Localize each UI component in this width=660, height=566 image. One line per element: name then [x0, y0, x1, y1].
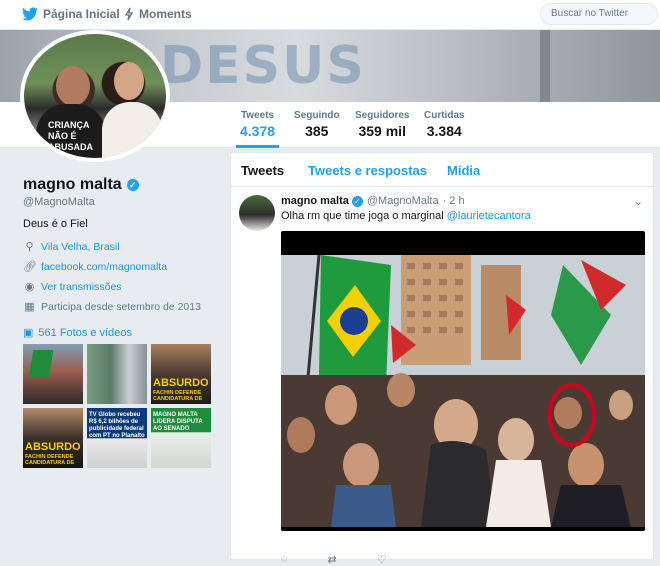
tweet-author-handle[interactable]: @MagnoMalta	[367, 195, 439, 207]
photo-thumbnail[interactable]: ABSURDO FACHIN DEFENDE CANDIDATURA DE	[151, 344, 211, 404]
top-navigation-bar: Página Inicial Moments Buscar no Twitter	[0, 0, 660, 30]
photos-videos-link[interactable]: ▣ 561 Fotos e vídeos	[23, 326, 132, 340]
profile-bio: Deus é o Fiel	[23, 218, 88, 230]
tweet-author-name[interactable]: magno malta	[281, 195, 349, 207]
stat-tweets[interactable]: Tweets 4.378	[236, 110, 280, 148]
photo-thumbnail[interactable]	[23, 344, 83, 404]
location-pin-icon: ⚲	[25, 241, 34, 253]
link-icon: 🔗︎	[23, 261, 37, 273]
profile-handle[interactable]: @MagnoMalta	[23, 196, 95, 208]
photo-thumbnail[interactable]: ABSURDO FACHIN DEFENDE CANDIDATURA DE	[23, 408, 83, 468]
timeline-panel: Tweets Tweets e respostas Mídia magno ma…	[230, 152, 655, 566]
thumb-subcaption: FACHIN DEFENDE CANDIDATURA DE	[25, 454, 75, 466]
thumb-caption: TV Globo recebeu R$ 6,2 bilhões de publi…	[89, 412, 145, 439]
stat-value: 3.384	[426, 123, 462, 139]
nav-home-label: Página Inicial	[43, 7, 120, 21]
search-input[interactable]: Buscar no Twitter	[540, 3, 658, 25]
profile-website: 🔗︎ facebook.com/magnomalta	[23, 260, 167, 274]
stat-followers[interactable]: Seguidores 359 mil	[355, 110, 409, 139]
nav-home[interactable]: Página Inicial	[22, 7, 120, 21]
photo-scene	[281, 255, 645, 527]
chevron-down-icon[interactable]: ⌄	[634, 195, 643, 208]
website-link[interactable]: facebook.com/magnomalta	[41, 261, 167, 273]
profile-location: ⚲ Vila Velha, Brasil	[23, 240, 120, 254]
profile-broadcasts: ◉ Ver transmissões	[23, 280, 122, 294]
thumb-flag	[28, 350, 54, 378]
photo-thumbnail[interactable]	[87, 344, 147, 404]
tweet-header: magno malta ✓ @MagnoMalta · 2 h	[281, 195, 465, 207]
nav-moments[interactable]: Moments	[124, 7, 192, 21]
tab-tweets[interactable]: Tweets	[241, 163, 284, 178]
tweet-photo	[281, 255, 645, 527]
stat-label: Curtidas	[424, 110, 465, 121]
photo-thumbnail[interactable]: TV Globo recebeu R$ 6,2 bilhões de publi…	[87, 408, 147, 468]
stat-following[interactable]: Seguindo 385	[294, 110, 340, 139]
thumb-subcaption: FACHIN DEFENDE CANDIDATURA DE	[153, 390, 203, 402]
avatar-dress	[102, 102, 162, 158]
lightning-icon	[124, 7, 134, 21]
banner-decoration	[540, 30, 550, 102]
stat-label: Tweets	[240, 110, 275, 121]
tab-media[interactable]: Mídia	[447, 163, 480, 178]
tab-tweets-replies[interactable]: Tweets e respostas	[308, 163, 427, 178]
avatar-person-2	[114, 62, 144, 100]
timeline-tabs: Tweets Tweets e respostas Mídia	[231, 153, 655, 187]
avatar-person-1	[56, 66, 90, 106]
tweet-text: Olha rm que time joga o marginal @laurie…	[281, 210, 531, 222]
nav-moments-label: Moments	[139, 7, 192, 21]
profile-avatar[interactable]: CRIANÇA NÃO É ABUSADA	[20, 30, 170, 162]
thumb-caption: ABSURDO	[153, 377, 209, 389]
verified-badge-icon: ✓	[351, 195, 363, 207]
tweet-mention-link[interactable]: @laurietecantora	[447, 210, 531, 222]
tweet-body: Olha rm que time joga o marginal	[281, 210, 444, 222]
broadcasts-link[interactable]: Ver transmissões	[41, 281, 122, 293]
profile-joined: ▦ Participa desde setembro de 2013	[23, 300, 201, 314]
photo-thumbnail[interactable]: MAGNO MALTA LIDERA DISPUTA AO SENADO	[151, 408, 211, 468]
thumb-caption: ABSURDO	[25, 441, 81, 453]
profile-name[interactable]: magno malta ✓	[23, 176, 139, 194]
location-text[interactable]: Vila Velha, Brasil	[41, 241, 120, 253]
stat-label: Seguindo	[294, 110, 340, 121]
calendar-icon: ▦	[24, 301, 35, 313]
tweet-author-avatar[interactable]	[239, 195, 275, 231]
thumb-caption: MAGNO MALTA LIDERA DISPUTA AO SENADO	[153, 412, 203, 432]
image-icon: ▣	[23, 327, 34, 339]
banner-text: DESUS	[160, 36, 366, 96]
stat-likes[interactable]: Curtidas 3.384	[424, 110, 465, 139]
verified-badge-icon: ✓	[126, 179, 139, 191]
photos-videos-label: 561 Fotos e vídeos	[38, 326, 132, 339]
stat-value: 359 mil	[358, 123, 406, 139]
stat-label: Seguidores	[355, 110, 410, 121]
stat-value: 385	[305, 123, 329, 139]
avatar-shirt-print: CRIANÇA NÃO É ABUSADA	[48, 120, 93, 152]
tweet-timestamp[interactable]: · 2 h	[443, 195, 465, 207]
stat-value: 4.378	[240, 123, 276, 139]
broadcast-icon: ◉	[24, 281, 35, 293]
twitter-bird-icon	[22, 7, 38, 21]
profile-name-text: magno malta	[23, 176, 122, 193]
joined-text: Participa desde setembro de 2013	[41, 300, 201, 313]
tweet-media[interactable]	[281, 231, 645, 531]
